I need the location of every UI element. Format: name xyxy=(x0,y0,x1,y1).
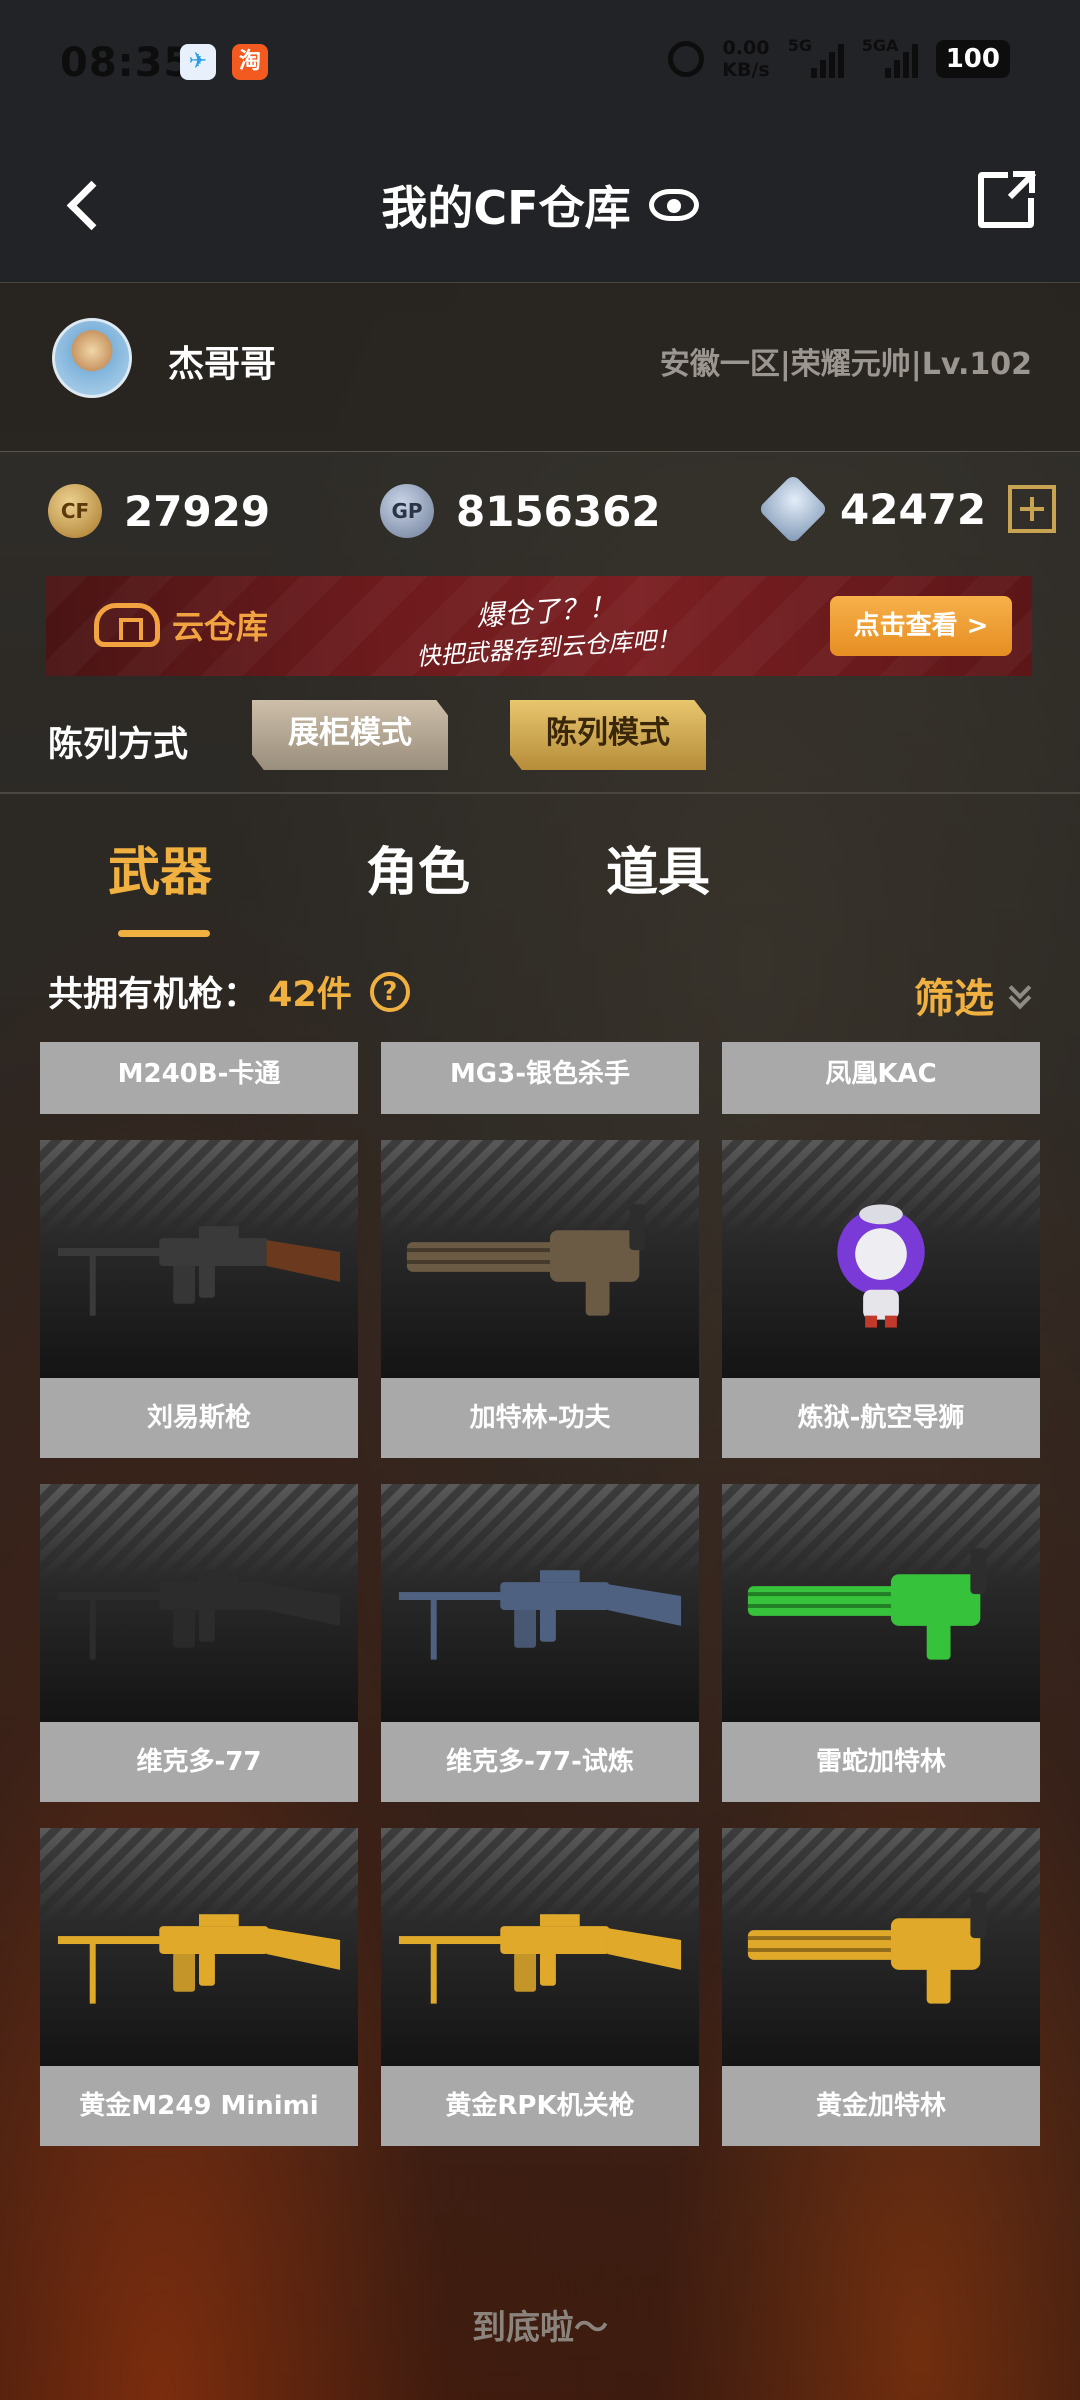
signal-icon-sim2: 5GA xyxy=(862,36,918,82)
weapon-name: 维克多-77-试炼 xyxy=(381,1722,699,1802)
weapon-card[interactable]: 凤凰KAC xyxy=(722,1042,1040,1114)
clock: 08:35 xyxy=(60,40,193,86)
tab-items[interactable]: 道具 xyxy=(606,830,710,905)
profile-card: 杰哥哥 安徽一区|荣耀元帅|Lv.102 xyxy=(0,282,1080,452)
filter-label: 筛选 xyxy=(914,976,994,1022)
help-icon[interactable]: ? xyxy=(369,971,410,1012)
end-of-list-text: 到底啦～ xyxy=(472,2308,608,2348)
weapon-name: M240B-卡通 xyxy=(40,1042,358,1114)
diamond-icon xyxy=(757,473,829,545)
status-bar: 08:35 ✈ 淘 0.00 KB/s 5G 5GA 100 xyxy=(0,0,1080,130)
ownership-summary: 共拥有机枪： 42件 ? xyxy=(48,966,410,1017)
display-mode-label: 陈列方式 xyxy=(48,725,189,765)
weapon-image xyxy=(381,1828,699,2066)
diamond-points: 42472 xyxy=(757,473,1057,545)
weapon-image xyxy=(722,1828,1040,2066)
weapon-silhouette-icon xyxy=(398,1570,682,1660)
signal-label: 5G xyxy=(787,36,812,55)
weapon-image xyxy=(40,1828,358,2066)
weapon-card[interactable]: 黄金M249 Minimi xyxy=(40,1828,358,2146)
page-title-row: 我的CF仓库 xyxy=(0,172,1080,238)
add-diamonds-button[interactable] xyxy=(1008,485,1057,533)
weapon-name: 黄金加特林 xyxy=(722,2066,1040,2146)
network-speed: 0.00 KB/s xyxy=(722,37,769,81)
weapon-name: 雷蛇加特林 xyxy=(722,1722,1040,1802)
weapon-card[interactable]: 加特林-功夫 xyxy=(381,1140,699,1458)
taobao-icon: 淘 xyxy=(232,44,268,80)
weapon-name: MG3-银色杀手 xyxy=(381,1042,699,1114)
filter-button[interactable]: 筛选 xyxy=(914,966,1030,1024)
signal-icon-sim1: 5G xyxy=(788,36,844,82)
cf-coin-icon: CF xyxy=(48,484,102,538)
weapon-name: 加特林-功夫 xyxy=(381,1378,699,1458)
network-speed-value: 0.00 xyxy=(722,37,770,59)
weapon-card[interactable]: 维克多-77 xyxy=(40,1484,358,1802)
avatar[interactable] xyxy=(52,318,132,398)
cloud-warehouse-banner[interactable]: 云仓库 爆仓了？！ 快把武器存到云仓库吧！ 点击查看 > xyxy=(46,576,1032,676)
view-cloud-button[interactable]: 点击查看 > xyxy=(830,596,1012,656)
divider xyxy=(0,792,1080,794)
weapon-card[interactable]: 刘易斯枪 xyxy=(40,1140,358,1458)
external-link-icon xyxy=(1013,171,1035,193)
tab-characters[interactable]: 角色 xyxy=(366,830,470,905)
tab-weapons[interactable]: 武器 xyxy=(108,830,212,905)
share-button[interactable] xyxy=(978,168,1038,228)
weapon-silhouette-icon xyxy=(747,1548,987,1660)
weapon-silhouette-icon xyxy=(747,1892,987,2004)
weapon-image xyxy=(722,1484,1040,1722)
server-info: 安徽一区|荣耀元帅|Lv.102 xyxy=(659,347,1032,382)
weapon-name: 凤凰KAC xyxy=(722,1042,1040,1114)
weapon-card[interactable]: 雷蛇加特林 xyxy=(722,1484,1040,1802)
weapon-silhouette-icon xyxy=(57,1570,341,1660)
summary-prefix: 共拥有机枪： xyxy=(48,975,259,1015)
weapon-card[interactable]: M240B-卡通 xyxy=(40,1042,358,1114)
cf-points-value: 27929 xyxy=(124,486,271,536)
battery-icon: 100 xyxy=(935,40,1010,78)
alarm-icon xyxy=(668,41,705,77)
weapon-grid-viewport[interactable]: M240B-卡通 MG3-银色杀手 凤凰KAC 刘易斯枪 加特林-功夫 炼狱-航空导狮维克… xyxy=(0,1042,1080,2232)
username: 杰哥哥 xyxy=(168,344,277,385)
telegram-icon: ✈ xyxy=(180,44,216,80)
weapon-name: 刘易斯枪 xyxy=(40,1378,358,1458)
weapon-image xyxy=(722,1140,1040,1378)
weapon-card[interactable]: 炼狱-航空导狮 xyxy=(722,1140,1040,1458)
weapon-image xyxy=(40,1484,358,1722)
network-speed-unit: KB/s xyxy=(722,59,770,81)
summary-count: 42件 xyxy=(268,975,352,1015)
diamond-value: 42472 xyxy=(840,484,987,534)
weapon-card[interactable]: MG3-银色杀手 xyxy=(381,1042,699,1114)
weapon-silhouette-icon xyxy=(837,1204,925,1328)
gp-coin-icon: GP xyxy=(380,484,434,538)
weapon-card[interactable]: 黄金加特林 xyxy=(722,1828,1040,2146)
weapon-name: 炼狱-航空导狮 xyxy=(722,1378,1040,1458)
cf-points: CF 27929 xyxy=(48,484,270,538)
cloud-house-icon xyxy=(94,603,160,647)
weapon-name: 黄金M249 Minimi xyxy=(40,2066,358,2146)
status-indicators: 0.00 KB/s 5G 5GA 100 xyxy=(668,36,1010,82)
weapon-silhouette-icon xyxy=(57,1914,341,2004)
weapon-name: 黄金RPK机关枪 xyxy=(381,2066,699,2146)
cloud-warehouse-label: 云仓库 xyxy=(172,608,269,646)
weapon-silhouette-icon xyxy=(406,1204,646,1316)
gp-points: GP 8156362 xyxy=(380,484,661,538)
weapon-card[interactable]: 黄金RPK机关枪 xyxy=(381,1828,699,2146)
weapon-silhouette-icon xyxy=(57,1226,341,1316)
weapon-image xyxy=(381,1484,699,1722)
active-tab-indicator xyxy=(118,930,210,937)
weapon-name: 维克多-77 xyxy=(40,1722,358,1802)
showcase-mode-button[interactable]: 展柜模式 xyxy=(252,700,448,770)
weapon-image xyxy=(381,1140,699,1378)
weapon-silhouette-icon xyxy=(398,1914,682,2004)
weapon-image xyxy=(40,1140,358,1378)
weapon-grid: M240B-卡通 MG3-银色杀手 凤凰KAC 刘易斯枪 加特林-功夫 炼狱-航空导狮维克… xyxy=(40,1042,1040,2146)
gp-value: 8156362 xyxy=(456,486,661,536)
page-title: 我的CF仓库 xyxy=(381,181,631,235)
currency-row: CF 27929 GP 8156362 42472 xyxy=(0,470,1080,560)
eye-icon[interactable] xyxy=(648,189,699,221)
list-mode-button[interactable]: 陈列模式 xyxy=(510,700,706,770)
app-header: 我的CF仓库 xyxy=(0,130,1080,282)
category-tabs: 武器 角色 道具 xyxy=(0,830,1080,950)
weapon-card[interactable]: 维克多-77-试炼 xyxy=(381,1484,699,1802)
chevron-down-icon xyxy=(1008,982,1030,1008)
